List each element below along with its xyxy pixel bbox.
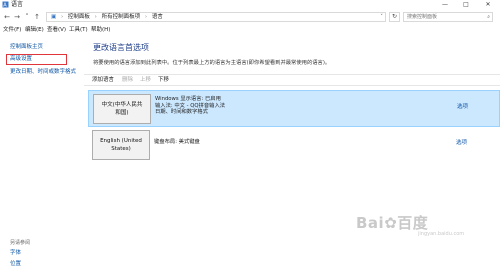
breadcrumb-separator-icon: ›: [144, 14, 148, 20]
language-row[interactable]: English (United States) 键盘布局: 美式键盘 选项: [88, 127, 500, 164]
paw-icon: ✿: [384, 214, 398, 232]
window-title: 语言: [11, 1, 24, 8]
close-button[interactable]: ✕: [478, 0, 498, 9]
add-language-button[interactable]: 添加语言: [92, 75, 114, 85]
breadcrumb-item[interactable]: 控制面板: [68, 14, 90, 20]
language-detail-line: 键盘布局: 美式键盘: [154, 139, 200, 145]
language-detail-line: Windows 显示语言: 已启用: [155, 96, 221, 102]
menu-view[interactable]: 查看(V): [47, 25, 66, 35]
recent-chevron-down-icon[interactable]: ˅: [22, 12, 32, 22]
sidebar-link-advanced-settings[interactable]: 高级设置: [10, 56, 32, 63]
language-row[interactable]: 中文(中华人民共 和国) Windows 显示语言: 已启用 输入法: 中文 -…: [88, 90, 500, 127]
language-name-line: States): [111, 146, 131, 152]
maximize-button[interactable]: □: [456, 0, 476, 9]
language-options-link[interactable]: 选项: [457, 104, 468, 111]
language-options-link[interactable]: 选项: [456, 140, 467, 147]
language-details: Windows 显示语言: 已启用 输入法: 中文 - QQ拼音输入法 日期、时…: [155, 96, 225, 116]
menu-bar: 文件(F) 编辑(E) 查看(V) 工具(T) 帮助(H): [0, 25, 500, 35]
menu-tools[interactable]: 工具(T): [69, 25, 88, 35]
search-input[interactable]: 搜索控制面板 ⌕: [403, 12, 493, 22]
page-title: 更改语言首选项: [93, 43, 149, 52]
main-content: 更改语言首选项 将要使用的语言添加到此列表中。位于列表最上方的语言为主语言(即你…: [84, 35, 500, 279]
minimize-button[interactable]: —: [435, 0, 455, 9]
address-dropdown-icon[interactable]: ˅: [380, 13, 383, 21]
breadcrumb-separator-icon: ›: [94, 14, 97, 20]
breadcrumb-item[interactable]: 所有控制面板项: [102, 14, 141, 20]
language-details: 键盘布局: 美式键盘: [154, 139, 200, 146]
up-arrow-icon[interactable]: ↑: [32, 12, 42, 22]
sidebar-link-control-panel-home[interactable]: 控制面板主页: [10, 44, 43, 51]
search-icon: ⌕: [487, 14, 490, 20]
menu-help[interactable]: 帮助(H): [91, 25, 110, 35]
watermark-url: jingyan.baidu.com: [418, 231, 465, 237]
breadcrumb-separator-icon: ›: [60, 14, 64, 20]
move-up-button[interactable]: 上移: [140, 75, 151, 85]
language-name-line: 中文(中华人民共: [101, 102, 143, 108]
breadcrumb-item[interactable]: 语言: [152, 14, 163, 20]
back-arrow-icon[interactable]: ←: [2, 12, 12, 22]
remove-button[interactable]: 删除: [122, 75, 133, 85]
language-toolbar: 添加语言 删除 上移 下移: [84, 74, 500, 86]
move-down-button[interactable]: 下移: [158, 75, 169, 85]
watermark-text-2: 百度: [397, 214, 429, 232]
svg-text:A: A: [3, 3, 7, 8]
control-panel-icon: ▣: [51, 14, 57, 20]
language-name-line: 和国): [115, 110, 129, 116]
language-name-button[interactable]: English (United States): [92, 130, 150, 160]
sidebar-link-date-time-format[interactable]: 更改日期、时间或数字格式: [10, 69, 76, 76]
language-name-line: English (United: [100, 138, 142, 144]
sidebar: 控制面板主页 高级设置 更改日期、时间或数字格式 另请参阅 字体 位置: [0, 35, 80, 279]
see-also-location-link[interactable]: 位置: [10, 261, 21, 268]
see-also-label: 另请参阅: [10, 240, 31, 246]
search-placeholder: 搜索控制面板: [407, 14, 438, 20]
menu-file[interactable]: 文件(F): [3, 25, 21, 35]
language-name-button[interactable]: 中文(中华人民共 和国): [93, 94, 151, 124]
language-app-icon: A: [2, 1, 9, 8]
refresh-button[interactable]: ↻: [389, 12, 400, 22]
language-detail-line: 日期、时间和数字格式: [155, 109, 208, 115]
page-description: 将要使用的语言添加到此列表中。位于列表最上方的语言为主语言(即你希望看到并最常使…: [93, 60, 331, 66]
title-bar: A 语言 — □ ✕: [0, 0, 500, 10]
forward-arrow-icon[interactable]: →: [12, 12, 22, 22]
menu-edit[interactable]: 编辑(E): [25, 25, 44, 35]
watermark-text: Bai: [356, 214, 385, 232]
navigation-bar: ← → ˅ ↑ ▣ › 控制面板 › 所有控制面板项 › 语言 ˅ ↻ 搜索控制…: [0, 10, 500, 24]
see-also-fonts-link[interactable]: 字体: [10, 250, 21, 257]
baidu-watermark: Bai✿百度: [356, 214, 428, 232]
address-bar[interactable]: ▣ › 控制面板 › 所有控制面板项 › 语言 ˅: [46, 12, 386, 22]
